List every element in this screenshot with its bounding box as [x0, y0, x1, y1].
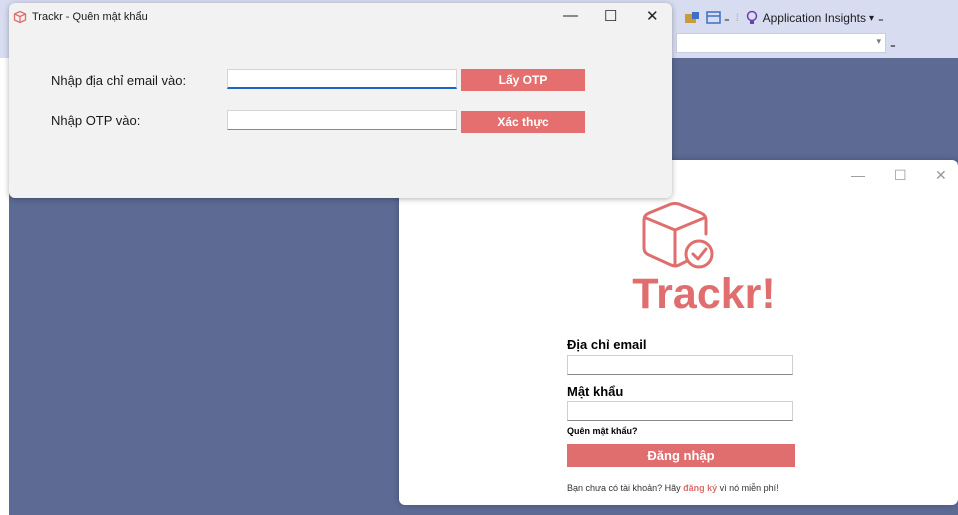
forgot-password-link[interactable]: Quên mật khẩu?	[567, 426, 638, 436]
grip-icon: ⁞	[735, 12, 739, 24]
overflow-icon[interactable]: ₌	[724, 12, 730, 25]
login-button[interactable]: Đăng nhập	[567, 444, 795, 467]
otp-code-input[interactable]	[227, 110, 457, 130]
vs-toolbar-tools: ₌ ⁞ Application Insights ▾ ₌	[684, 8, 884, 28]
otp-code-label: Nhập OTP vào:	[51, 113, 141, 128]
lightbulb-icon[interactable]	[745, 10, 759, 26]
overflow-icon-3[interactable]: ₌	[890, 38, 896, 51]
signup-prompt: Bạn chưa có tài khoản? Hãy đăng ký vì nó…	[567, 483, 779, 493]
login-close-button[interactable]: ✕	[935, 168, 947, 182]
box-check-logo-icon	[642, 202, 714, 269]
otp-window-title: Trackr - Quên mật khẩu	[32, 11, 148, 23]
app-insights-label[interactable]: Application Insights	[763, 11, 866, 25]
combo-chevron-icon[interactable]: ▾	[876, 36, 881, 47]
share-icon[interactable]	[684, 11, 700, 25]
otp-email-label: Nhập địa chỉ email vào:	[51, 73, 187, 88]
otp-maximize-button[interactable]: ☐	[604, 7, 617, 25]
login-minimize-button[interactable]: —	[851, 168, 865, 182]
brand-title: Trackr!	[632, 270, 776, 318]
vs-combo-box[interactable]: ▾	[676, 33, 886, 53]
login-maximize-button[interactable]: ☐	[894, 168, 907, 182]
app-insights-dropdown-icon[interactable]: ▾	[869, 13, 874, 24]
otp-email-input[interactable]	[227, 69, 457, 89]
signup-prefix: Bạn chưa có tài khoản? Hãy	[567, 483, 681, 493]
overflow-icon-2[interactable]: ₌	[878, 12, 884, 25]
password-field[interactable]	[567, 401, 793, 421]
login-window: — ☐ ✕ Trackr! Địa chỉ email Mật khẩu Quê…	[399, 160, 958, 505]
forgot-password-window: Trackr - Quên mật khẩu — ☐ ✕ Nhập địa ch…	[9, 3, 672, 198]
otp-minimize-button[interactable]: —	[563, 7, 578, 24]
get-otp-button[interactable]: Lấy OTP	[461, 69, 585, 91]
otp-titlebar[interactable]: Trackr - Quên mật khẩu — ☐ ✕	[9, 3, 672, 31]
password-label: Mật khẩu	[567, 384, 624, 399]
verify-button[interactable]: Xác thực	[461, 111, 585, 133]
signup-link[interactable]: đăng ký	[683, 483, 717, 493]
otp-close-button[interactable]: ✕	[646, 7, 659, 25]
email-field[interactable]	[567, 355, 793, 375]
signup-suffix: vì nó miễn phí!	[719, 483, 779, 493]
window-layout-icon[interactable]	[706, 11, 722, 25]
email-label: Địa chỉ email	[567, 337, 647, 352]
app-box-icon	[13, 10, 27, 24]
